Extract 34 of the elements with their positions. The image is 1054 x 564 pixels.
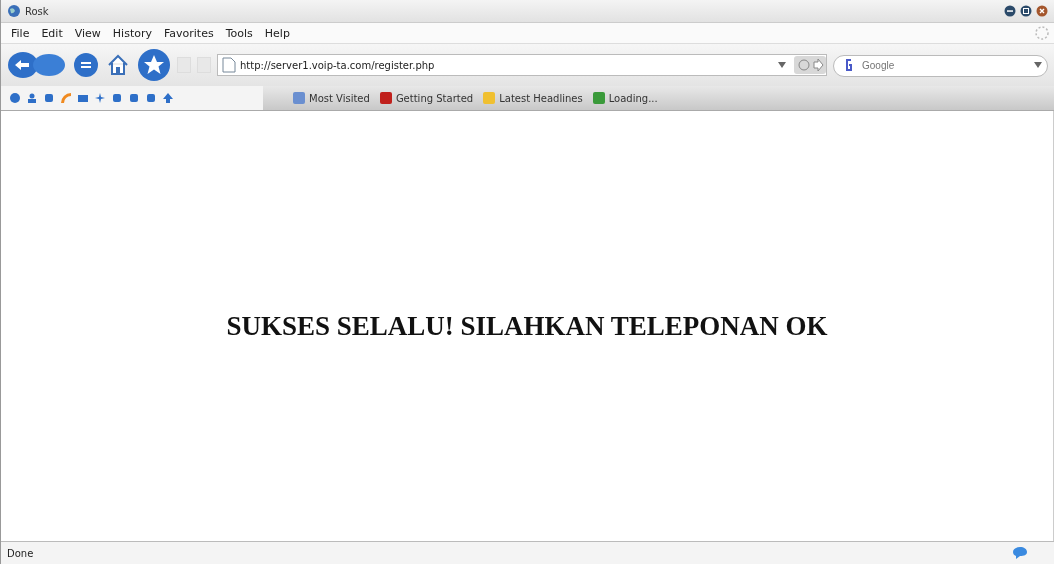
bookmark-link[interactable]: Most Visited: [293, 92, 370, 104]
dropdown-arrow-icon[interactable]: [1034, 62, 1042, 68]
rss-icon[interactable]: [60, 92, 72, 104]
minimize-button[interactable]: [1004, 5, 1016, 17]
go-button[interactable]: [794, 56, 826, 74]
menu-item[interactable]: View: [68, 26, 107, 40]
window-title: Rosk: [25, 5, 49, 17]
speech-bubble-icon: [1012, 546, 1028, 560]
dropdown-arrow-icon[interactable]: [778, 62, 786, 68]
menu-item[interactable]: Tools: [219, 26, 259, 40]
page-icon: [222, 57, 236, 73]
person-icon[interactable]: [26, 92, 38, 104]
back-forward-button[interactable]: [7, 50, 67, 80]
menu-item[interactable]: History: [106, 26, 158, 40]
bookmark-link[interactable]: Latest Headlines: [483, 92, 583, 104]
bookmark-star-button[interactable]: [137, 48, 171, 82]
bookmark-link[interactable]: Loading...: [592, 92, 658, 104]
up-arrow-icon[interactable]: [162, 92, 174, 104]
maximize-button[interactable]: [1020, 5, 1032, 17]
url-text: http://server1.voip-ta.com/register.php: [240, 59, 435, 71]
close-button[interactable]: [1036, 5, 1048, 17]
status-text: Done: [7, 547, 35, 559]
throbber-icon: [1034, 25, 1050, 41]
search-field[interactable]: Google: [833, 54, 1048, 77]
menu-item[interactable]: Help: [258, 26, 296, 40]
menu-item[interactable]: Favorites: [158, 26, 220, 40]
mail-icon[interactable]: [77, 92, 89, 104]
globe-icon[interactable]: [9, 92, 21, 104]
menu-item[interactable]: File: [5, 26, 36, 40]
address-bar[interactable]: http://server1.voip-ta.com/register.php: [217, 54, 827, 76]
page-heading: SUKSES SELALU! SILAHKAN TELEPONAN OK: [226, 310, 828, 342]
menu-item[interactable]: Edit: [35, 26, 69, 40]
bookmark-link[interactable]: Getting Started: [379, 92, 474, 104]
globe-icon: [7, 4, 21, 18]
